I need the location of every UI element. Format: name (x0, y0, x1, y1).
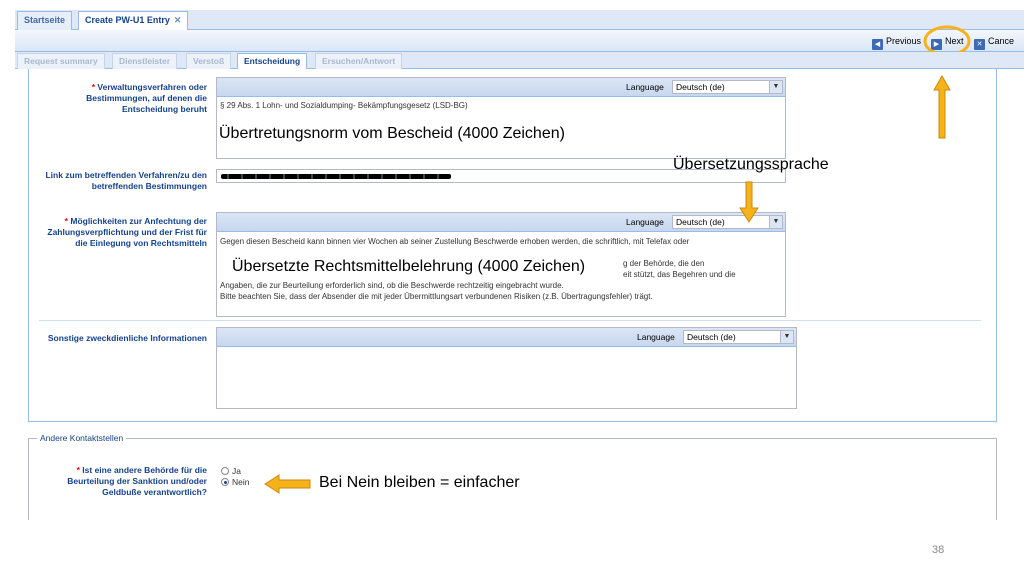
redacted-link (221, 174, 451, 179)
multilang-textarea-4[interactable]: Language Deutsch (de) ▼ (216, 327, 797, 409)
field-label-verwaltungsverfahren: * Verwaltungsverfahren oder Bestimmungen… (39, 82, 207, 115)
sub-tab-strip: Request summary Dienstleister Verstoß En… (15, 52, 1024, 70)
radio-nein[interactable]: Nein (221, 477, 249, 487)
radio-label: Nein (232, 477, 250, 487)
text-line: eit stützt, das Begehren und die (623, 270, 736, 279)
radio-icon (221, 478, 229, 486)
tab-label: Startseite (24, 15, 66, 25)
chevron-down-icon: ▼ (780, 331, 793, 343)
annotation-rechtsmittel: Übersetzte Rechtsmittelbelehrung (4000 Z… (230, 258, 588, 276)
text-line: Gegen diesen Bescheid kann binnen vier W… (220, 237, 690, 246)
language-select[interactable]: Deutsch (de) ▼ (672, 80, 783, 94)
subtab-ersuchen-antwort[interactable]: Ersuchen/Antwort (315, 53, 403, 69)
cancel-button[interactable]: ✕ Cance (974, 34, 1015, 50)
subtab-entscheidung[interactable]: Entscheidung (237, 53, 308, 70)
required-marker: * (64, 216, 68, 226)
subtab-request-summary[interactable]: Request summary (17, 53, 105, 69)
divider (39, 320, 981, 321)
subtab-label: Entscheidung (244, 56, 301, 66)
subtab-label: Dienstleister (119, 56, 171, 66)
radio-icon (221, 467, 229, 475)
top-tab-strip: Startseite Create PW-U1 Entry ✕ (15, 10, 1024, 31)
language-value: Deutsch (de) (676, 217, 725, 227)
language-label: Language (637, 332, 675, 342)
multilang-textarea-1[interactable]: Language Deutsch (de) ▼ § 29 Abs. 1 Lohn-… (216, 77, 786, 159)
label-text: Möglichkeiten zur Anfechtung der Zahlung… (47, 216, 207, 248)
language-select[interactable]: Deutsch (de) ▼ (672, 215, 783, 229)
field-text: § 29 Abs. 1 Lohn- und Sozialdumping- Bek… (220, 101, 468, 110)
subtab-verstoss[interactable]: Verstoß (186, 53, 232, 69)
tab-label: Create PW-U1 Entry (85, 15, 170, 25)
language-header: Language Deutsch (de) ▼ (217, 78, 785, 97)
field-label-andere-behoerde: * Ist eine andere Behörde für die Beurte… (39, 465, 207, 498)
subtab-label: Verstoß (193, 56, 225, 66)
chevron-down-icon: ▼ (769, 216, 782, 228)
text-line: Angaben, die zur Beurteilung erforderlic… (220, 281, 564, 290)
subtab-label: Ersuchen/Antwort (322, 56, 396, 66)
annotation-nein: Bei Nein bleiben = einfacher (319, 474, 520, 491)
chevron-down-icon: ▼ (769, 81, 782, 93)
language-header: Language Deutsch (de) ▼ (217, 213, 785, 232)
field-label-sonstige: Sonstige zweckdienliche Informationen (39, 333, 207, 344)
left-arrow-icon (264, 474, 311, 494)
language-select[interactable]: Deutsch (de) ▼ (683, 330, 794, 344)
text-line: Bitte beachten Sie, dass der Absender di… (220, 292, 653, 301)
annotation-uebersetzungssprache: Übersetzungssprache (673, 156, 829, 173)
radio-label: Ja (232, 466, 241, 476)
label-text: Sonstige zweckdienliche Informationen (47, 333, 207, 343)
tab-create-pw-u1-entry[interactable]: Create PW-U1 Entry ✕ (78, 11, 189, 31)
annotation-uebertretungsnorm: Übertretungsnorm vom Bescheid (4000 Zeic… (219, 125, 565, 142)
required-marker: * (76, 465, 80, 475)
close-icon[interactable]: ✕ (174, 12, 182, 29)
text-line: g der Behörde, die den (623, 259, 705, 268)
language-value: Deutsch (de) (676, 82, 725, 92)
tab-startseite[interactable]: Startseite (17, 11, 73, 30)
language-header: Language Deutsch (de) ▼ (217, 328, 796, 347)
previous-button[interactable]: ◀ Previous (872, 34, 922, 50)
field-label-anfechtung: * Möglichkeiten zur Anfechtung der Zahlu… (39, 216, 207, 249)
down-arrow-icon (739, 181, 759, 223)
toolbar: ◀ Previous ▶ Next ✕ Cance (15, 30, 1024, 52)
page-number: 38 (932, 544, 945, 556)
language-value: Deutsch (de) (687, 332, 736, 342)
label-text: Ist eine andere Behörde für die Beurteil… (67, 465, 207, 497)
radio-ja[interactable]: Ja (221, 466, 241, 476)
fieldset-legend: Andere Kontaktstellen (37, 433, 127, 443)
label-text: Verwaltungsverfahren oder Bestimmungen, … (86, 82, 207, 114)
label-text: Link zum betreffenden Verfahren/zu den b… (45, 170, 207, 191)
language-label: Language (626, 217, 664, 227)
up-arrow-icon (933, 74, 951, 139)
required-marker: * (91, 82, 96, 92)
field-label-link: Link zum betreffenden Verfahren/zu den b… (39, 170, 207, 192)
subtab-label: Request summary (24, 56, 98, 66)
arrow-left-icon: ◀ (872, 39, 883, 50)
cancel-label: Cance (988, 36, 1015, 46)
previous-label: Previous (886, 36, 922, 46)
subtab-dienstleister[interactable]: Dienstleister (112, 53, 178, 69)
form-panel: * Verwaltungsverfahren oder Bestimmungen… (28, 69, 997, 422)
cancel-icon: ✕ (974, 39, 985, 50)
language-label: Language (626, 82, 664, 92)
